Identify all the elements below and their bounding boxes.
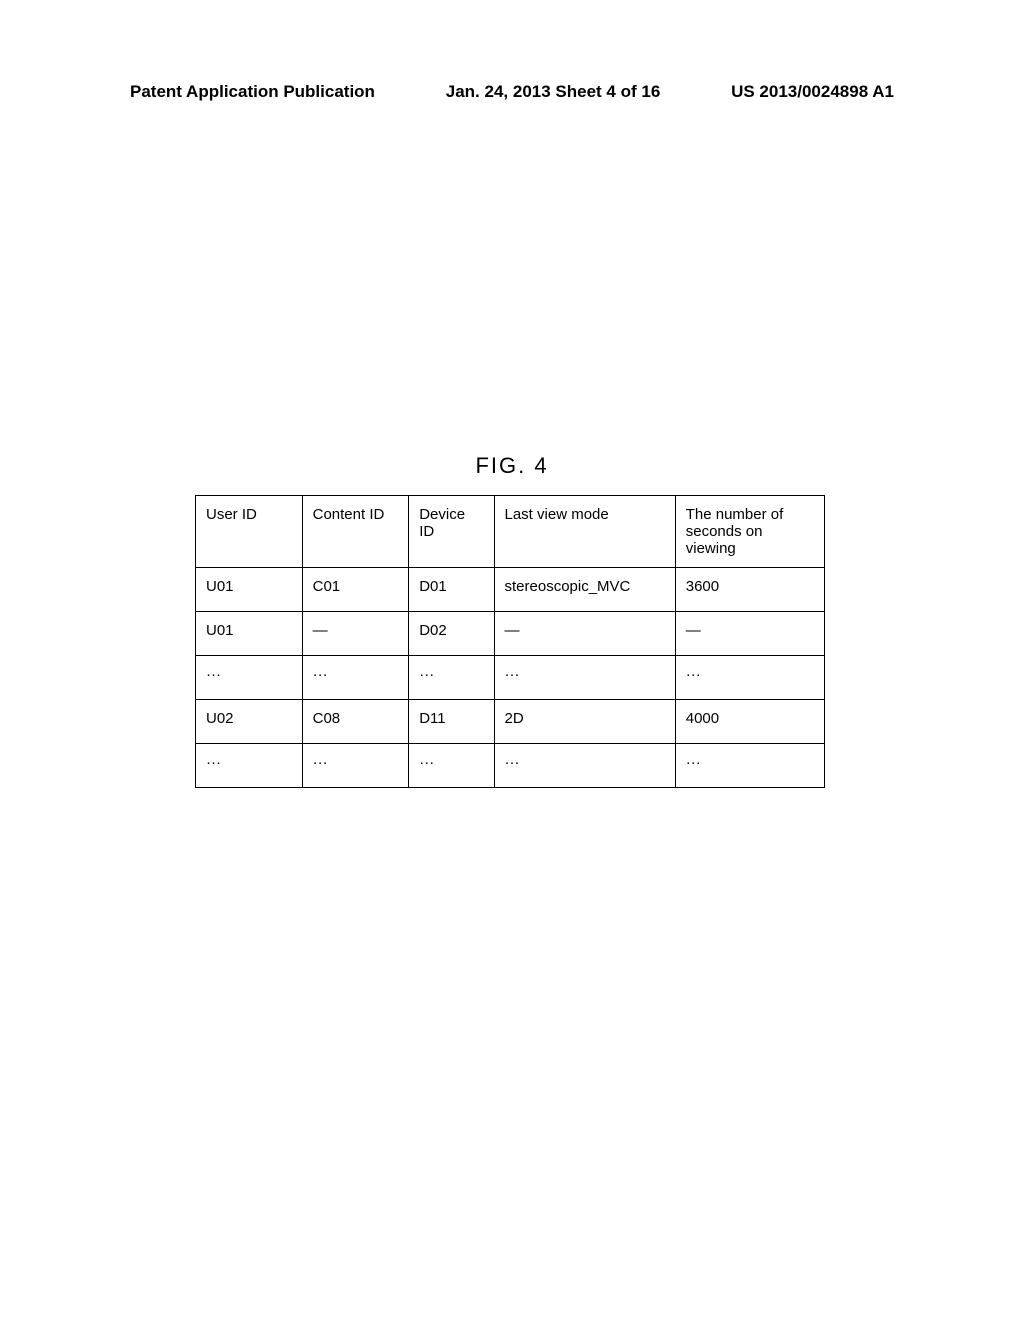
- page-header: Patent Application Publication Jan. 24, …: [0, 82, 1024, 102]
- cell-last-view-mode: 2D: [494, 700, 675, 744]
- column-header-seconds: The number of seconds on viewing: [675, 496, 824, 568]
- cell-user-id: ···: [196, 656, 303, 700]
- data-table-container: User ID Content ID Device ID Last view m…: [195, 495, 825, 788]
- cell-content-id: C08: [302, 700, 409, 744]
- data-table: User ID Content ID Device ID Last view m…: [195, 495, 825, 788]
- cell-device-id: D02: [409, 612, 494, 656]
- header-right-text: US 2013/0024898 A1: [731, 82, 894, 102]
- cell-user-id: U01: [196, 612, 303, 656]
- cell-last-view-mode: stereoscopic_MVC: [494, 568, 675, 612]
- cell-seconds: ···: [675, 744, 824, 788]
- table-row: U01 — D02 — —: [196, 612, 825, 656]
- cell-device-id: ···: [409, 744, 494, 788]
- cell-user-id: U01: [196, 568, 303, 612]
- cell-seconds: —: [675, 612, 824, 656]
- cell-content-id: ···: [302, 744, 409, 788]
- table-row: ··· ··· ··· ··· ···: [196, 744, 825, 788]
- cell-last-view-mode: ···: [494, 656, 675, 700]
- cell-seconds: 4000: [675, 700, 824, 744]
- column-header-content-id: Content ID: [302, 496, 409, 568]
- cell-seconds: ···: [675, 656, 824, 700]
- cell-content-id: C01: [302, 568, 409, 612]
- cell-device-id: D01: [409, 568, 494, 612]
- cell-user-id: U02: [196, 700, 303, 744]
- cell-content-id: ···: [302, 656, 409, 700]
- header-center-text: Jan. 24, 2013 Sheet 4 of 16: [446, 82, 661, 102]
- column-header-user-id: User ID: [196, 496, 303, 568]
- table-row: U01 C01 D01 stereoscopic_MVC 3600: [196, 568, 825, 612]
- cell-user-id: ···: [196, 744, 303, 788]
- table-row: U02 C08 D11 2D 4000: [196, 700, 825, 744]
- cell-content-id: —: [302, 612, 409, 656]
- cell-seconds: 3600: [675, 568, 824, 612]
- figure-label: FIG. 4: [0, 453, 1024, 479]
- header-left-text: Patent Application Publication: [130, 82, 375, 102]
- column-header-last-view-mode: Last view mode: [494, 496, 675, 568]
- table-row: ··· ··· ··· ··· ···: [196, 656, 825, 700]
- cell-last-view-mode: ···: [494, 744, 675, 788]
- cell-device-id: ···: [409, 656, 494, 700]
- cell-device-id: D11: [409, 700, 494, 744]
- cell-last-view-mode: —: [494, 612, 675, 656]
- column-header-device-id: Device ID: [409, 496, 494, 568]
- table-header-row: User ID Content ID Device ID Last view m…: [196, 496, 825, 568]
